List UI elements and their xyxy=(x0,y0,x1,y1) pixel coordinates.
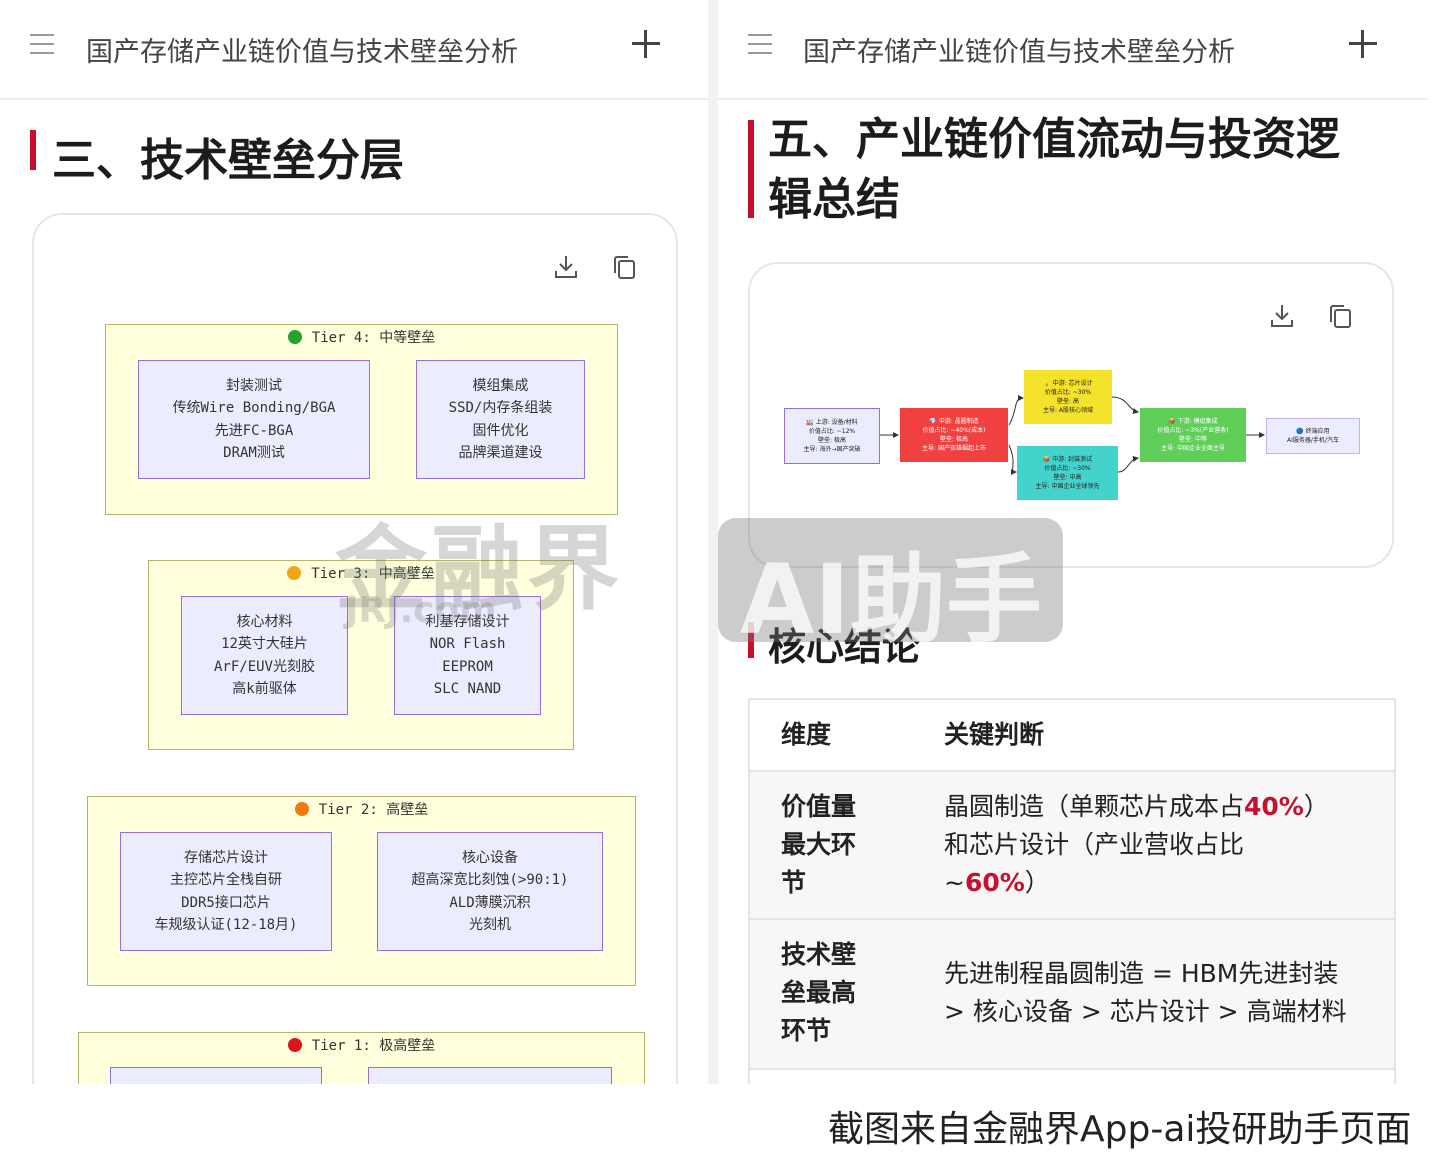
copy-icon[interactable] xyxy=(610,253,638,281)
node-tier1-right xyxy=(368,1067,612,1084)
page-title: 国产存储产业链价值与技术壁垒分析 xyxy=(86,37,518,68)
watermark-ai: AI助手 xyxy=(740,544,1043,656)
watermark-sub: JRJ.com xyxy=(345,590,497,631)
flow-arrows xyxy=(878,395,1265,475)
table-row: 技术壁 垒最高 环节 先进制程晶圆制造 = HBM先进封装 > 核心设备 > 芯片设… xyxy=(750,920,1394,1070)
node-module-integration: 模组集成 SSD/内存条组装 固件优化 品牌渠道建设 xyxy=(416,360,585,479)
green-circle-icon xyxy=(287,330,302,344)
judgment-cell: 先进制程晶圆制造 = HBM先进封装 > 核心设备 > 芯片设计 > 高端材料 xyxy=(944,959,1347,1026)
header-cell: 关键判断 xyxy=(944,720,1045,749)
download-icon[interactable] xyxy=(552,253,580,281)
node-tier1-left xyxy=(110,1067,322,1084)
panel-divider xyxy=(708,0,718,1084)
image-caption: 截图来自金融界App-ai投研助手页面 xyxy=(828,1109,1412,1150)
new-chat-plus-icon[interactable] xyxy=(632,30,660,58)
header-cell: 维度 xyxy=(781,720,832,749)
judgment-cell: 晶圆制造（单颗芯片成本占40%） 和芯片设计（产业营收占比 ~60%） xyxy=(944,792,1329,897)
yellow-circle-icon xyxy=(287,566,302,580)
flow-node-terminal: 🔵 终端应用 AI服务器/手机/汽车 xyxy=(1266,418,1360,454)
section-title: 三、技术壁垒分层 xyxy=(52,135,404,186)
dimension-cell: 技术壁 垒最高 环节 xyxy=(781,940,857,1045)
table-header: 维度 关键判断 xyxy=(750,700,1394,772)
flow-node-wafer-fab: 💎 中游: 晶圆制造 价值占比: ~40%(成本) 壁垒: 极高 主导: 国产双雄崛起… xyxy=(900,408,1008,462)
node-core-materials: 核心材料 12英寸大硅片 ArF/EUV光刻胶 高k前驱体 xyxy=(181,596,348,715)
node-core-equipment: 核心设备 超高深宽比刻蚀(>90:1) ALD薄膜沉积 光刻机 xyxy=(377,832,603,951)
tier-label: Tier 4: 中等壁垒 xyxy=(311,330,436,346)
tier-label: Tier 2: 高壁垒 xyxy=(318,802,429,818)
conclusion-table: 维度 关键判断 价值量 最大环节 晶圆制造（单颗芯片成本占40%） 和芯片设计（产… xyxy=(748,698,1396,1084)
table-row: 价值量 最大环节 晶圆制造（单颗芯片成本占40%） 和芯片设计（产业营收占比 ~6… xyxy=(750,772,1394,920)
flow-node-downstream: 📦 下游: 模组集成 价值占比: ~3%(产业营收) 壁垒: 中等 主导: 中国企业全… xyxy=(1140,408,1246,462)
red-circle-icon xyxy=(287,1038,302,1052)
orange-circle-icon xyxy=(294,802,309,816)
dimension-cell: 价值量 最大环节 xyxy=(781,792,857,897)
flow-node-chip-design: 💡 中游: 芯片设计 价值占比: ~30% 壁垒: 高主导: A股核心领域 xyxy=(1024,370,1112,424)
flow-node-upstream: 🏭 上游: 设备/材料 价值占比: ~12% 壁垒: 极高 主导: 海外→国产突破 xyxy=(784,408,880,464)
table-row xyxy=(750,1070,1394,1084)
top-app-bar: 国产存储产业链价值与技术壁垒分析 xyxy=(0,0,708,100)
node-chip-design: 存储芯片设计 主控芯片全栈自研 DDR5接口芯片 车规级认证(12-18月) xyxy=(120,832,332,951)
node-packaging-test: 封装测试 传统Wire Bonding/BGA 先进FC-BGA DRAM测试 xyxy=(138,360,370,479)
section-accent-bar xyxy=(30,130,36,170)
menu-icon[interactable] xyxy=(30,34,54,54)
tier-label: Tier 1: 极高壁垒 xyxy=(311,1038,436,1054)
flow-node-packaging-test: 📦 中游: 封装测试 价值占比: ~30% 壁垒: 中高 主导: 中国企业全球领先 xyxy=(1017,446,1118,500)
